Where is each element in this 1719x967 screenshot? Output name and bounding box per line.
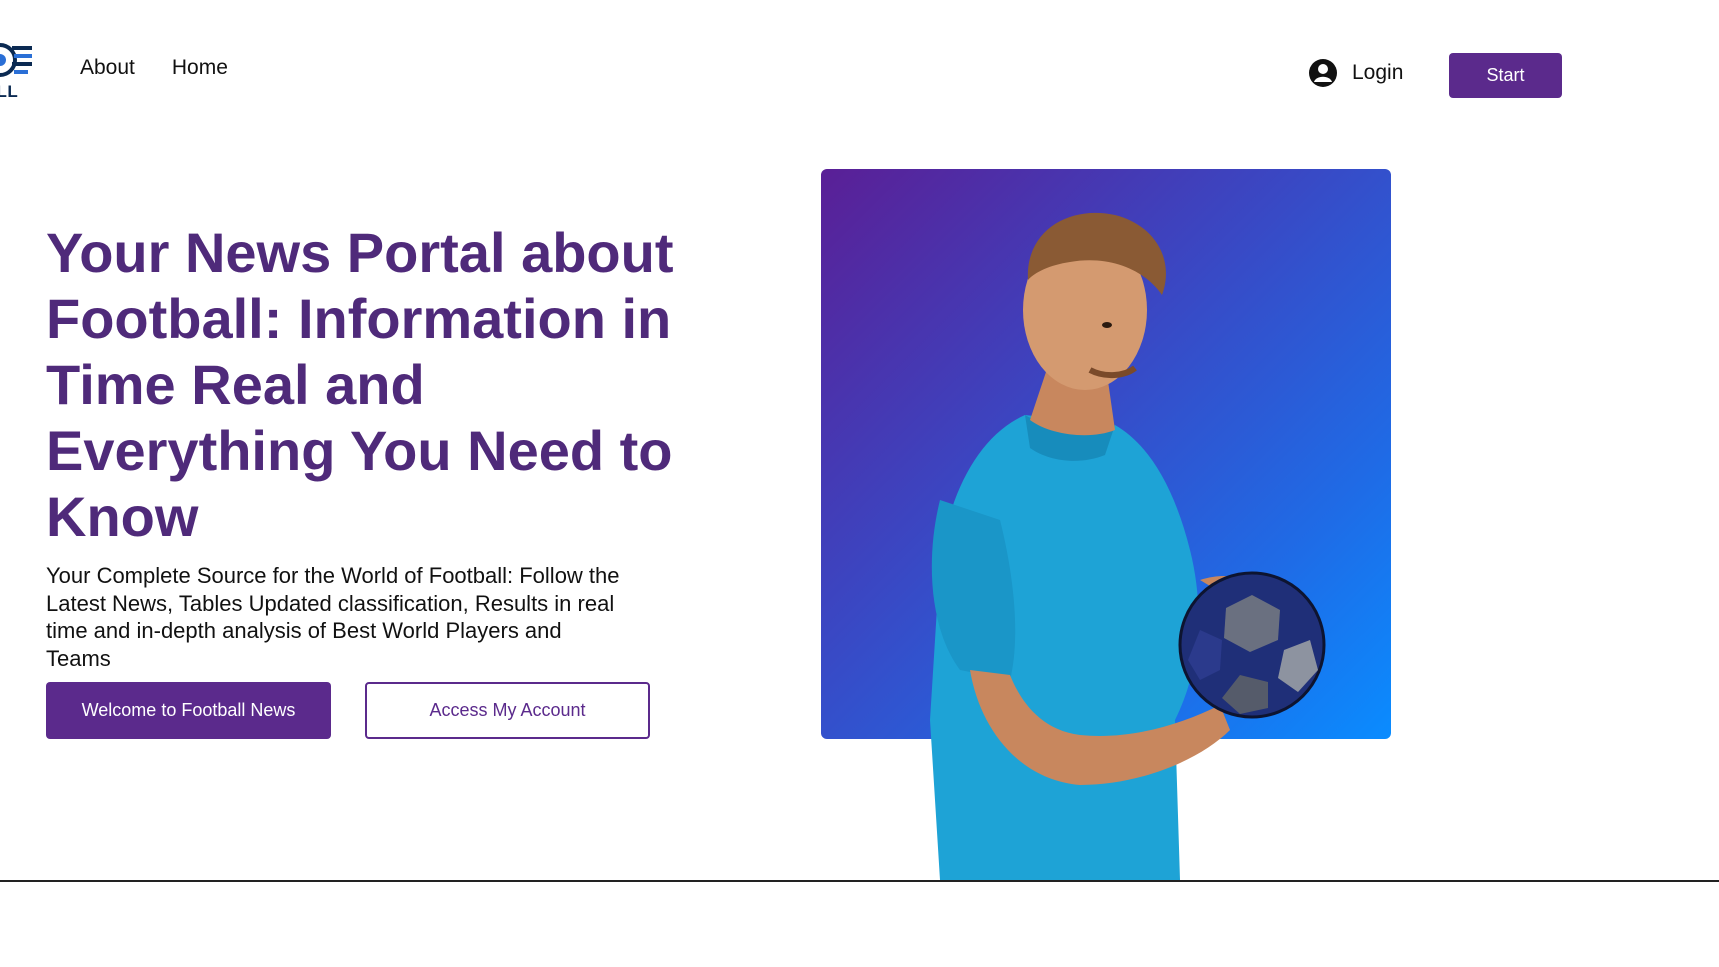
hero-subtitle: Your Complete Source for the World of Fo…: [46, 563, 620, 671]
logo[interactable]: TBALL WS: [0, 38, 44, 110]
logo-text: TBALL: [0, 82, 19, 101]
nav-about-link[interactable]: About: [80, 56, 135, 80]
football-logo-icon: [0, 43, 32, 77]
user-circle-icon: [1309, 59, 1337, 87]
hero-title: Your News Portal about Football: Informa…: [46, 221, 674, 548]
main-nav: About Home: [80, 56, 228, 80]
start-button[interactable]: Start: [1449, 53, 1562, 98]
page-divider: [0, 880, 1719, 882]
welcome-button[interactable]: Welcome to Football News: [46, 682, 331, 739]
nav-home-link[interactable]: Home: [172, 56, 228, 80]
login-label: Login: [1352, 61, 1404, 84]
access-account-button[interactable]: Access My Account: [365, 682, 650, 739]
football-player-image: [930, 212, 1326, 880]
login-link[interactable]: Login: [1308, 58, 1403, 88]
